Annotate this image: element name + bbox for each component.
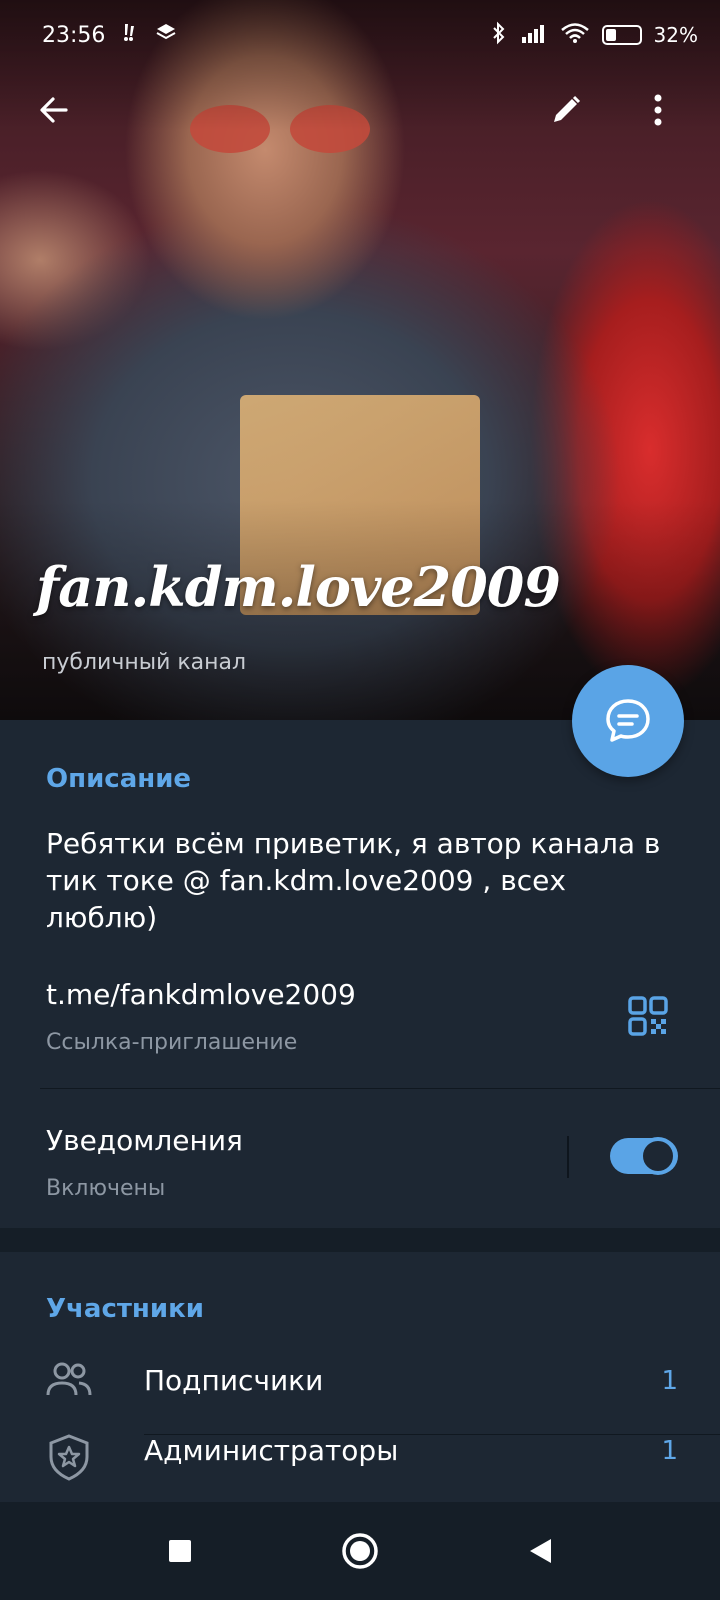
administrators-label: Администраторы [144, 1434, 399, 1467]
more-menu-button[interactable] [628, 80, 688, 140]
system-navigation-bar [0, 1502, 720, 1600]
message-button[interactable] [572, 665, 684, 777]
channel-type: публичный канал [42, 650, 247, 675]
signal-icon [520, 22, 548, 49]
layers-icon [155, 21, 177, 49]
toggle-knob [639, 1137, 677, 1175]
chat-bubble-icon [606, 699, 650, 742]
people-icon [44, 1354, 94, 1404]
recent-apps-button[interactable] [150, 1521, 210, 1581]
notifications-toggle[interactable] [610, 1137, 678, 1175]
circle-icon [342, 1533, 378, 1569]
subscribers-row[interactable]: Подписчики 1 [0, 1334, 720, 1430]
battery-percent: 32% [653, 23, 698, 47]
back-arrow-icon [40, 97, 68, 123]
more-vertical-icon [654, 94, 662, 126]
wifi-icon [560, 22, 590, 49]
battery-icon [601, 25, 642, 45]
administrators-count: 1 [661, 1436, 678, 1466]
back-nav-button[interactable] [510, 1521, 570, 1581]
divider [40, 1088, 720, 1089]
status-bar: 23:56 32% [0, 0, 720, 70]
qr-code-icon [628, 996, 668, 1036]
section-separator [0, 1228, 720, 1252]
edit-button[interactable] [536, 80, 596, 140]
notifications-title: Уведомления [46, 1124, 243, 1157]
administrators-row[interactable]: Администраторы 1 [0, 1434, 720, 1502]
invite-link[interactable]: t.me/fankdmlove2009 [46, 978, 356, 1011]
notification-icon [119, 21, 141, 49]
description-title: Описание [46, 764, 192, 794]
triangle-back-icon [530, 1539, 551, 1563]
pencil-icon [554, 95, 581, 122]
square-icon [169, 1540, 191, 1562]
status-time: 23:56 [42, 22, 106, 48]
invite-link-label: Ссылка-приглашение [46, 1030, 298, 1055]
channel-name: fan.kdm.love2009 [36, 555, 561, 619]
subscribers-label: Подписчики [144, 1364, 324, 1397]
qr-code-button[interactable] [628, 996, 668, 1040]
bluetooth-icon [490, 21, 508, 50]
members-title: Участники [46, 1294, 204, 1324]
admin-shield-icon [44, 1434, 94, 1482]
description-text: Ребятки всём приветик, я автор канала в … [46, 827, 661, 934]
subscribers-count: 1 [661, 1366, 678, 1396]
notifications-state: Включены [46, 1176, 166, 1201]
home-button[interactable] [330, 1521, 390, 1581]
divider [567, 1136, 569, 1178]
back-button[interactable] [24, 80, 84, 140]
